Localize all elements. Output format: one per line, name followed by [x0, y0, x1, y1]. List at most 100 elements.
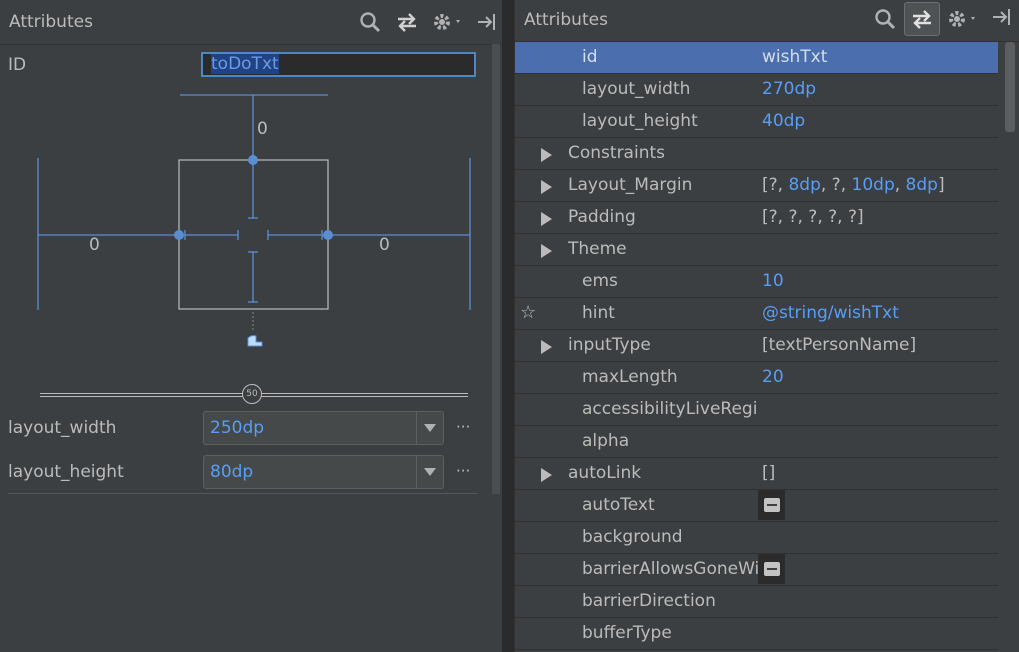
attribute-name: Layout_Margin: [568, 175, 693, 195]
expand-triangle-icon[interactable]: [541, 468, 552, 482]
expand-triangle-icon[interactable]: [541, 212, 552, 226]
attribute-name: layout_height: [582, 111, 698, 131]
attributes-panel-right: Attributes id wishTxt layout_width 270dp lay…: [514, 0, 1019, 652]
margin-part: ]: [937, 175, 945, 195]
attribute-name: barrierDirection: [582, 591, 716, 611]
panel-header: Attributes: [515, 0, 1019, 42]
panel-title: Attributes: [9, 12, 93, 32]
margin-part: ,: [894, 175, 906, 195]
attribute-row-inputtype[interactable]: inputType [textPersonName]: [515, 330, 998, 362]
attribute-row-layout-margin[interactable]: Layout_Margin [?, 8dp, ?, 10dp, 8dp]: [515, 170, 998, 202]
anchor-left[interactable]: [174, 230, 184, 240]
attribute-name: Theme: [568, 239, 627, 259]
attribute-row-maxlength[interactable]: maxLength 20: [515, 362, 998, 394]
margin-top-value[interactable]: 0: [257, 119, 268, 139]
remove-icon[interactable]: [758, 490, 785, 520]
layout-height-more-button[interactable]: ···: [456, 462, 470, 480]
attribute-row-barrierallowsgonewidgets[interactable]: barrierAllowsGoneWidgets: [515, 554, 998, 586]
layout-height-label: layout_height: [8, 462, 124, 482]
constraint-widget: [37, 94, 471, 347]
attribute-value[interactable]: wishTxt: [762, 47, 827, 67]
expand-triangle-icon[interactable]: [541, 340, 552, 354]
attribute-row-alpha[interactable]: alpha: [515, 426, 998, 458]
attribute-name: maxLength: [582, 367, 678, 387]
search-icon[interactable]: [355, 8, 385, 36]
margin-left-value[interactable]: 0: [89, 235, 100, 255]
scrollbar[interactable]: [1005, 42, 1015, 132]
attribute-name: bufferType: [582, 623, 672, 643]
divider: [8, 493, 478, 494]
margin-part: [?,: [762, 175, 789, 195]
expand-triangle-icon[interactable]: [541, 148, 552, 162]
attribute-row-autolink[interactable]: autoLink []: [515, 458, 998, 490]
attribute-row-ems[interactable]: ems 10: [515, 266, 998, 298]
bias-value: 50: [246, 389, 258, 399]
attribute-row-constraints[interactable]: Constraints: [515, 138, 998, 170]
attribute-name: autoText: [582, 495, 655, 515]
attribute-name: accessibilityLiveRegion: [582, 399, 758, 419]
id-label: ID: [8, 55, 27, 75]
attribute-row-layout-height[interactable]: layout_height 40dp: [515, 106, 998, 138]
swap-icon[interactable]: [392, 8, 422, 36]
attribute-row-background[interactable]: background: [515, 522, 998, 554]
margin-part: 8dp: [905, 175, 938, 195]
attribute-name: Constraints: [568, 143, 665, 163]
pin-icon[interactable]: [472, 8, 502, 36]
attribute-row-id[interactable]: id wishTxt: [515, 42, 998, 74]
attribute-value[interactable]: [?, ?, ?, ?, ?]: [762, 207, 864, 227]
attribute-row-autotext[interactable]: autoText: [515, 490, 998, 522]
attribute-value[interactable]: [?, 8dp, ?, 10dp, 8dp]: [762, 175, 945, 195]
id-input[interactable]: toDoTxt: [201, 52, 476, 77]
search-icon[interactable]: [870, 5, 900, 33]
attribute-name: alpha: [582, 431, 630, 451]
layout-width-value: 250dp: [210, 418, 265, 438]
pin-icon[interactable]: [987, 3, 1017, 31]
anchor-right[interactable]: [323, 230, 333, 240]
attribute-value[interactable]: 270dp: [762, 79, 816, 99]
layout-height-value: 80dp: [210, 462, 254, 482]
attribute-name: barrierAllowsGoneWidgets: [582, 559, 758, 579]
attribute-name: ems: [582, 271, 618, 291]
remove-icon[interactable]: [758, 554, 785, 584]
attributes-panel-left: Attributes ID toDoTxt 0 0 0 50 layout_wi…: [0, 0, 502, 652]
chevron-down-icon[interactable]: [416, 412, 443, 444]
attribute-value[interactable]: [textPersonName]: [762, 335, 916, 355]
panel-header: Attributes: [0, 0, 502, 45]
attribute-name: Padding: [568, 207, 636, 227]
attribute-row-buffertype[interactable]: bufferType: [515, 618, 998, 650]
attribute-row-barrierdirection[interactable]: barrierDirection: [515, 586, 998, 618]
attribute-value[interactable]: 40dp: [762, 111, 805, 131]
attribute-row-layout-width[interactable]: layout_width 270dp: [515, 74, 998, 106]
margin-part: 10dp: [851, 175, 895, 195]
expand-triangle-icon[interactable]: [541, 180, 552, 194]
bias-slider-handle[interactable]: 50: [242, 384, 262, 404]
attribute-row-theme[interactable]: Theme: [515, 234, 998, 266]
swap-icon[interactable]: [904, 2, 940, 36]
scrollbar[interactable]: [492, 44, 500, 494]
attribute-value[interactable]: []: [762, 463, 775, 483]
chevron-down-icon[interactable]: [416, 456, 443, 488]
gear-icon[interactable]: [430, 8, 466, 36]
panel-title: Attributes: [524, 10, 608, 30]
attribute-row-padding[interactable]: Padding [?, ?, ?, ?, ?]: [515, 202, 998, 234]
margin-part: 8dp: [788, 175, 821, 195]
attribute-value[interactable]: 20: [762, 367, 784, 387]
margin-right-value[interactable]: 0: [379, 235, 390, 255]
attribute-row-accessibilityliveregion[interactable]: accessibilityLiveRegion: [515, 394, 998, 426]
attribute-value[interactable]: 10: [762, 271, 784, 291]
baseline-icon[interactable]: [247, 335, 263, 347]
star-icon[interactable]: ☆: [520, 302, 536, 323]
layout-height-combo[interactable]: 80dp: [203, 455, 444, 489]
layout-width-combo[interactable]: 250dp: [203, 411, 444, 445]
gear-icon[interactable]: [945, 5, 981, 33]
anchor-top[interactable]: [248, 155, 258, 165]
attribute-value[interactable]: @string/wishTxt: [762, 303, 899, 323]
attribute-name: background: [582, 527, 683, 547]
panel-separator[interactable]: [502, 0, 514, 652]
attribute-name: layout_width: [582, 79, 691, 99]
expand-triangle-icon[interactable]: [541, 244, 552, 258]
attribute-row-hint[interactable]: ☆ hint @string/wishTxt: [515, 298, 998, 330]
margin-part: , ?,: [820, 175, 852, 195]
id-value: toDoTxt: [211, 54, 279, 74]
layout-width-more-button[interactable]: ···: [456, 418, 470, 436]
